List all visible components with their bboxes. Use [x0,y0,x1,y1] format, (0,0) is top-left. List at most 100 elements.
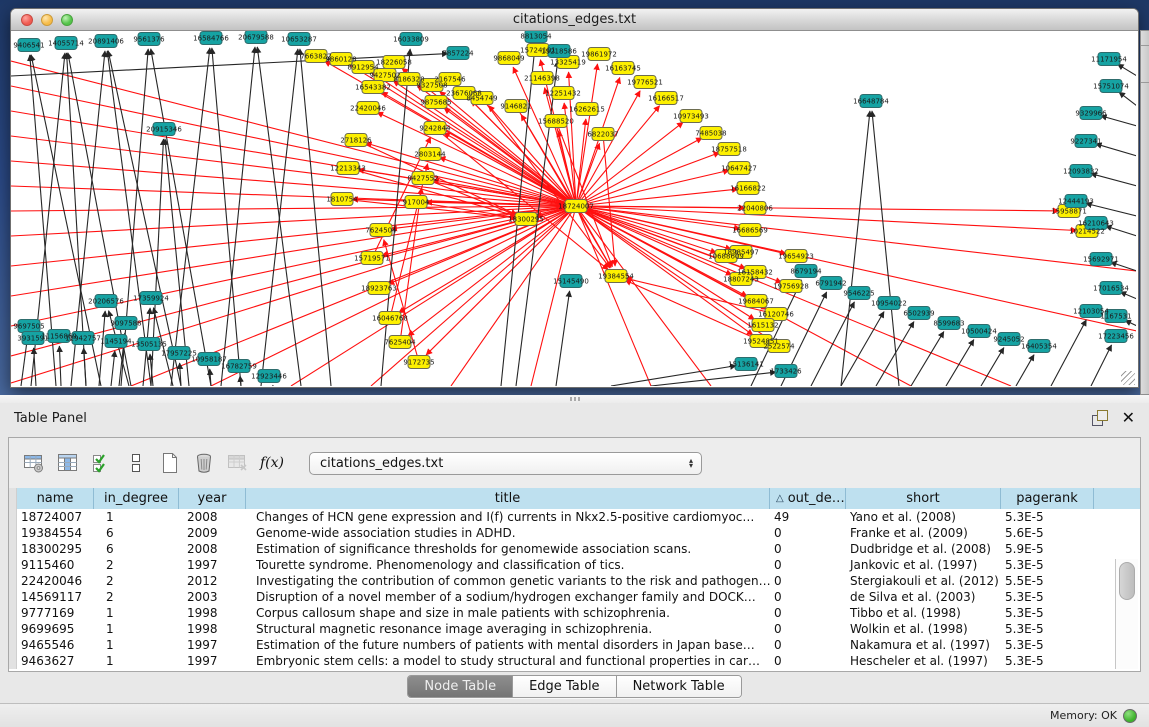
graph-edge[interactable] [210,369,211,386]
graph-edge[interactable] [171,48,210,386]
graph-edge[interactable] [1119,92,1136,106]
network-canvas[interactable]: 1872400718300295766382298601288912954182… [11,31,1136,386]
delete-rows-button[interactable] [189,448,219,478]
float-panel-icon[interactable] [1092,410,1108,426]
table-row[interactable]: 1938455462009Genome-wide association stu… [9,525,1140,541]
cell-short[interactable]: Tibbo et al. (1998) [846,606,1001,620]
graph-edge[interactable] [1096,144,1136,156]
graph-edge[interactable] [99,311,105,386]
column-header-pagerank[interactable]: pagerank [1001,488,1094,509]
cell-year[interactable]: 2008 [179,542,246,556]
column-header-name[interactable]: name [17,488,94,509]
graph-edge[interactable] [261,49,298,386]
cell-year[interactable]: 1997 [179,558,246,572]
table-select-dropdown[interactable]: citations_edges.txt ▴▾ [309,452,702,475]
cell-year[interactable]: 1998 [179,606,246,620]
cell-in_degree[interactable]: 1 [94,638,179,652]
cell-title[interactable]: Changes of HCN gene expression and I(f) … [246,510,770,524]
cell-out_degree[interactable]: 0 [770,590,846,604]
graph-edge[interactable] [576,77,620,206]
graph-edge[interactable] [876,322,914,386]
cell-name[interactable]: 9115460 [17,558,94,572]
graph-edge[interactable] [576,206,1136,331]
cell-in_degree[interactable]: 2 [94,558,179,572]
cell-pagerank[interactable]: 5.3E-5 [1001,590,1094,604]
tab-node-table[interactable]: Node Table [408,676,513,697]
cell-name[interactable]: 9777169 [17,606,94,620]
graph-edge[interactable] [408,206,576,336]
graph-edge[interactable] [1118,64,1136,76]
graph-edge[interactable] [11,206,576,383]
cell-out_degree[interactable]: 0 [770,638,846,652]
cell-in_degree[interactable]: 6 [94,526,179,540]
cell-name[interactable]: 22420046 [17,574,94,588]
cell-out_degree[interactable]: 0 [770,574,846,588]
cell-out_degree[interactable]: 0 [770,606,846,620]
cell-out_degree[interactable]: 0 [770,558,846,572]
graph-edge[interactable] [576,206,1059,211]
table-row[interactable]: 911546021997Tourette syndrome. Phenomeno… [9,557,1140,573]
cell-short[interactable]: Yano et al. (2008) [846,510,1001,524]
cell-pagerank[interactable]: 5.3E-5 [1001,510,1094,524]
network-window-titlebar[interactable]: citations_edges.txt [11,9,1138,31]
table-row[interactable]: 969969511998Structural magnetic resonanc… [9,621,1140,637]
table-row[interactable]: 1872400712008Changes of HCN gene express… [9,509,1140,525]
column-header-short[interactable]: short [846,488,1001,509]
column-header-in_degree[interactable]: in_degree [94,488,179,509]
cell-title[interactable]: Investigating the contribution of common… [246,574,770,588]
cell-title[interactable]: Disruption of a novel member of a sodium… [246,590,770,604]
graph-edge[interactable] [11,206,576,326]
table-row[interactable]: 946362711997Embryonic stem cells: a mode… [9,653,1140,669]
graph-edge[interactable] [576,206,717,253]
cell-title[interactable]: Embryonic stem cells: a model to study s… [246,654,770,668]
graph-edge[interactable] [11,61,576,206]
graph-edge[interactable] [111,351,115,386]
graph-edge[interactable] [872,111,899,386]
graph-edge[interactable] [59,346,61,386]
cell-title[interactable]: Corpus callosum shape and size in male p… [246,606,770,620]
cell-short[interactable]: de Silva et al. (2003) [846,590,1001,604]
graph-edge[interactable] [300,49,331,386]
graph-edge[interactable] [1106,226,1136,236]
graph-edge[interactable] [1091,345,1112,386]
cell-short[interactable]: Wolkin et al. (1998) [846,622,1001,636]
table-row[interactable]: 977716911998Corpus callosum shape and si… [9,605,1140,621]
cell-pagerank[interactable]: 5.3E-5 [1001,654,1094,668]
cell-short[interactable]: Nakamura et al. (1997) [846,638,1001,652]
table-columns-button[interactable] [53,448,83,478]
cell-short[interactable]: Franke et al. (2009) [846,526,1001,540]
cell-in_degree[interactable]: 2 [94,574,179,588]
cell-year[interactable]: 1997 [179,638,246,652]
cell-pagerank[interactable]: 5.3E-5 [1001,622,1094,636]
function-builder-button[interactable]: f(x) [257,448,287,478]
cell-out_degree[interactable]: 49 [770,510,846,524]
cell-name[interactable]: 18724007 [17,510,94,524]
column-header-year[interactable]: year [179,488,246,509]
collapsed-panel-strip[interactable] [1140,30,1149,395]
cell-pagerank[interactable]: 5.3E-5 [1001,638,1094,652]
cell-in_degree[interactable]: 1 [94,622,179,636]
graph-edge[interactable] [651,372,776,386]
cell-short[interactable]: Hescheler et al. (1997) [846,654,1001,668]
table-row[interactable]: 1830029562008Estimation of significance … [9,541,1140,557]
cell-name[interactable]: 9463627 [17,654,94,668]
cell-title[interactable]: Estimation of the future numbers of pati… [246,638,770,652]
cell-name[interactable]: 14569117 [17,590,94,604]
horizontal-splitter[interactable] [0,395,1149,403]
tab-edge-table[interactable]: Edge Table [513,676,616,697]
cell-out_degree[interactable]: 0 [770,542,846,556]
table-row[interactable]: 1456911722003Disruption of a novel membe… [9,589,1140,605]
graph-edge[interactable] [576,206,711,386]
cell-pagerank[interactable]: 5.6E-5 [1001,526,1094,540]
cell-title[interactable]: Tourette syndrome. Phenomenology and cla… [246,558,770,572]
graph-edge[interactable] [841,111,870,386]
cell-year[interactable]: 2003 [179,590,246,604]
tab-network-table[interactable]: Network Table [617,676,741,697]
graph-edge[interactable] [556,291,570,386]
cell-name[interactable]: 9465546 [17,638,94,652]
table-row[interactable]: 946554611997Estimation of the future num… [9,637,1140,653]
cell-pagerank[interactable]: 5.3E-5 [1001,606,1094,620]
cell-year[interactable]: 2009 [179,526,246,540]
graph-edge[interactable] [946,340,974,386]
select-rows-button[interactable] [87,448,117,478]
